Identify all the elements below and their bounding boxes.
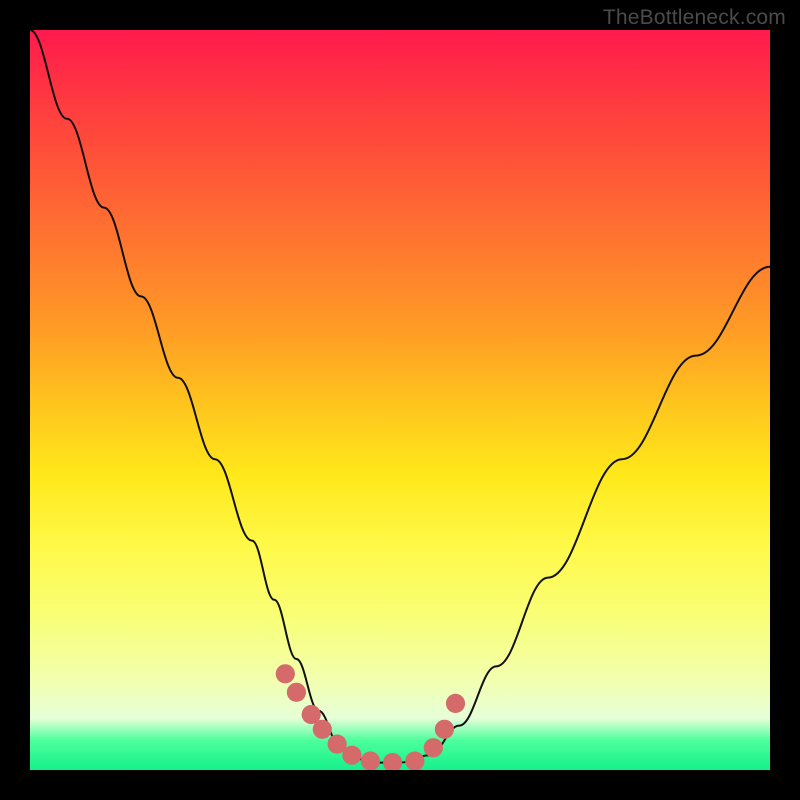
- marker-dot: [361, 752, 380, 771]
- marker-dot: [435, 720, 454, 739]
- bottleneck-curve: [30, 30, 770, 763]
- chart-svg: [30, 30, 770, 770]
- marker-dots: [276, 664, 465, 770]
- marker-dot: [446, 694, 465, 713]
- marker-dot: [313, 720, 332, 739]
- marker-dot: [342, 746, 361, 765]
- marker-dot: [287, 683, 306, 702]
- marker-dot: [276, 664, 295, 683]
- marker-dot: [383, 753, 402, 770]
- marker-dot: [405, 752, 424, 771]
- plot-area: [30, 30, 770, 770]
- marker-dot: [424, 738, 443, 757]
- watermark-text: TheBottleneck.com: [603, 6, 786, 30]
